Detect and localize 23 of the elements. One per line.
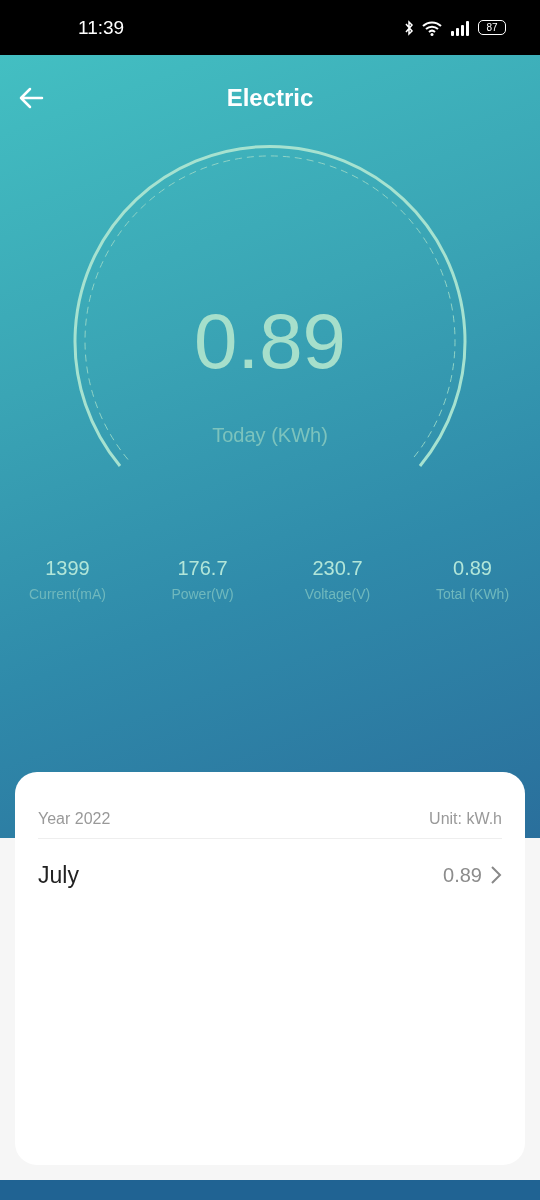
month-row[interactable]: July 0.89: [38, 839, 502, 911]
month-value: 0.89: [443, 863, 482, 887]
stat-label: Voltage(V): [304, 586, 371, 602]
stat-label: Total (KWh): [435, 586, 510, 602]
unit-label: Unit: kW.h: [429, 810, 502, 828]
month-name: July: [38, 861, 79, 889]
stat-value: 176.7: [177, 557, 228, 580]
year-label: Year 2022: [38, 810, 111, 828]
bluetooth-icon: [404, 19, 414, 36]
signal-icon: [450, 19, 470, 36]
chevron-right-icon: [490, 865, 502, 885]
stat-value: 0.89: [453, 557, 492, 580]
wifi-icon: [422, 19, 442, 36]
gauge-value: 0.89: [194, 296, 346, 387]
page-title: Electric: [226, 84, 314, 112]
stat-value: 230.7: [312, 557, 363, 580]
gauge-label: Today (KWh): [212, 424, 328, 447]
back-arrow-icon: [18, 87, 44, 109]
stat-label: Power(W): [171, 586, 234, 602]
battery-indicator: 87: [478, 20, 506, 35]
stat-value: 1399: [45, 557, 90, 580]
status-time: 11:39: [78, 16, 125, 39]
stat-label: Current(mA): [29, 586, 106, 602]
